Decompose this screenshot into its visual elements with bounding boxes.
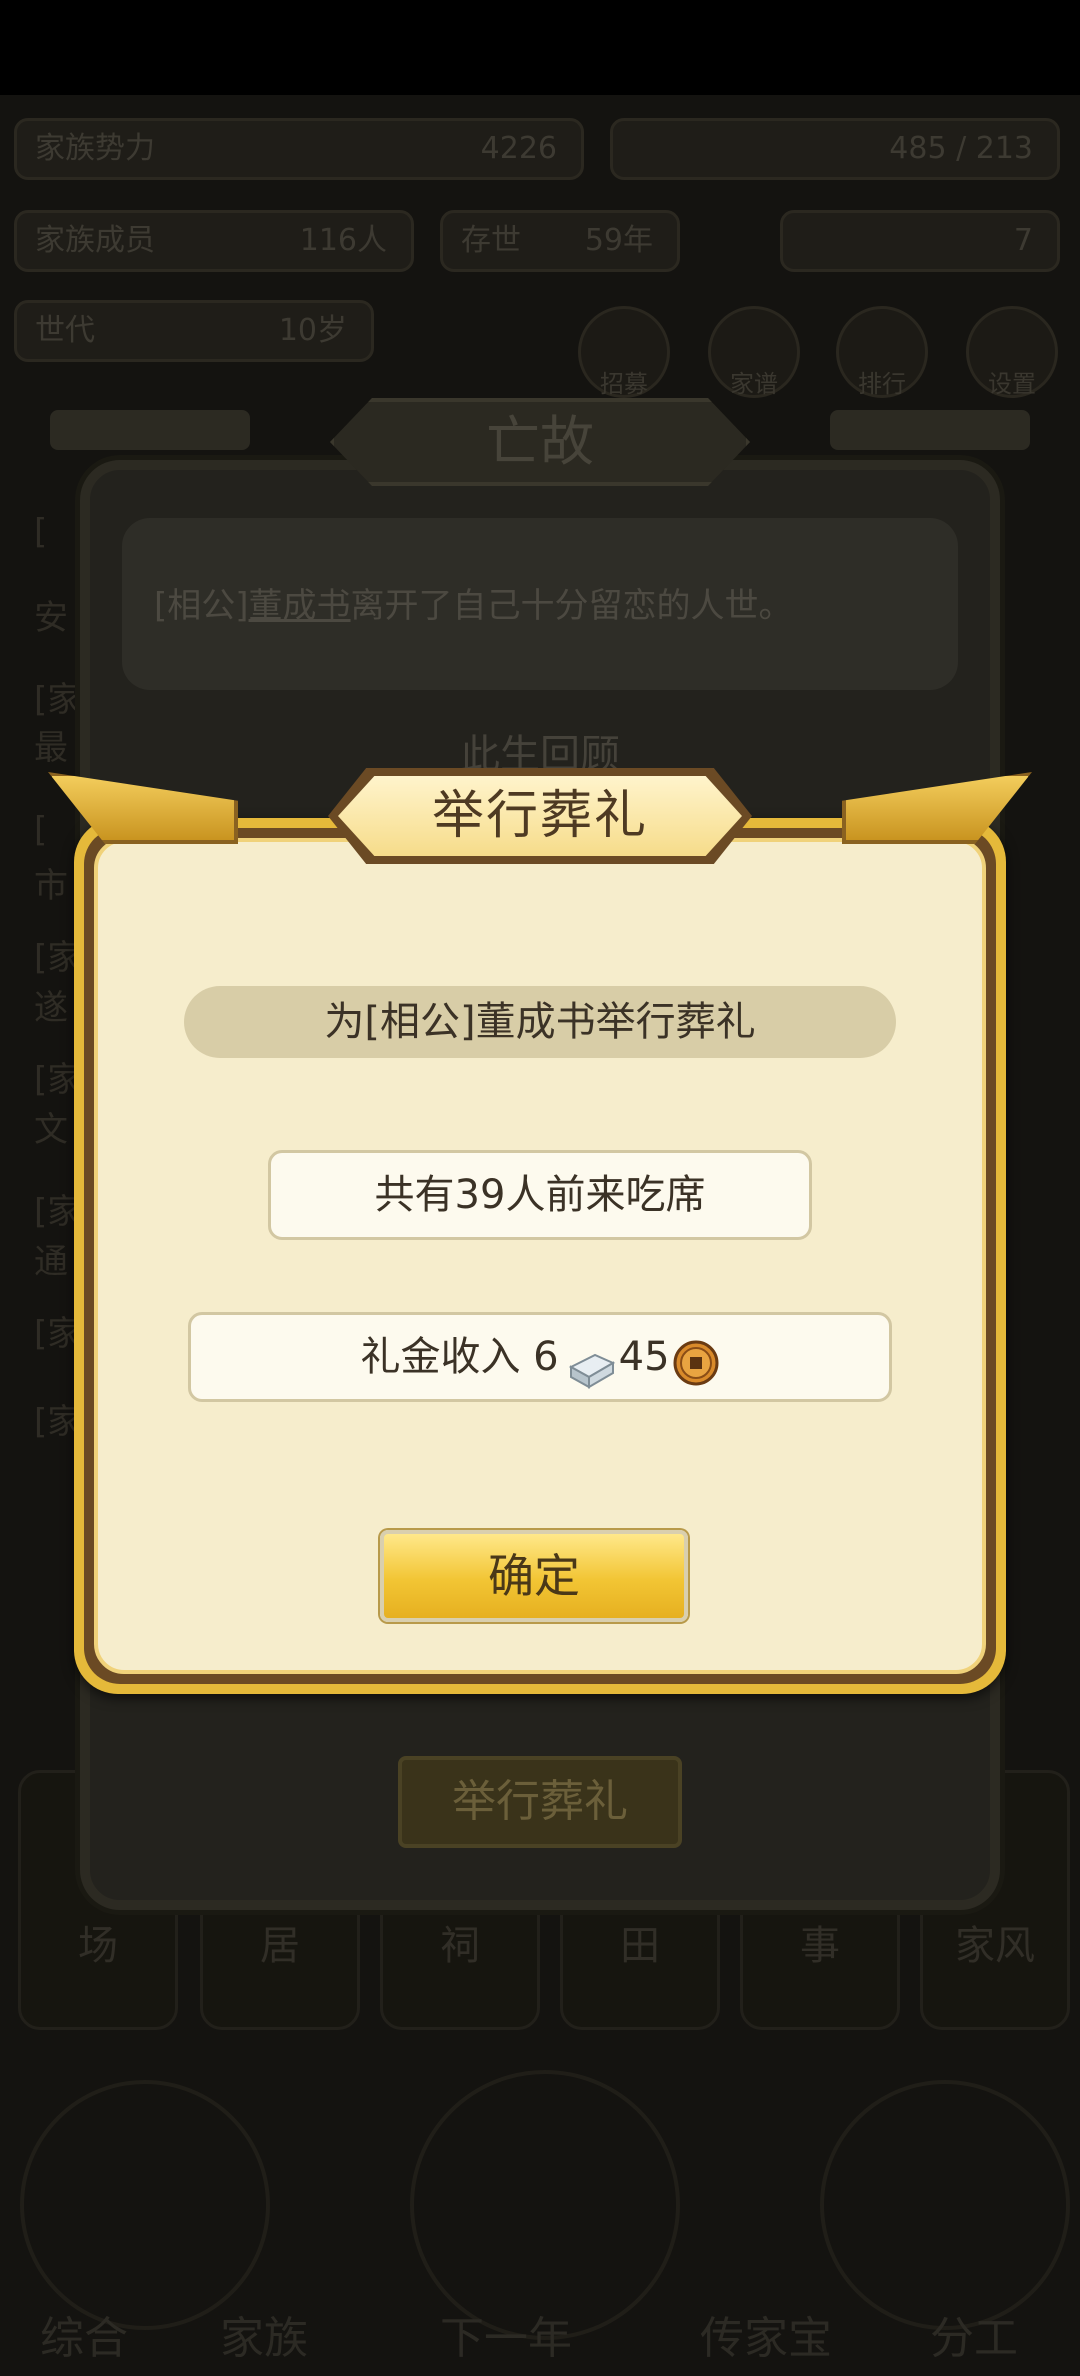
income-copper-amount: 45 (618, 1334, 670, 1380)
recruit-shortcut: 招募 (578, 306, 670, 398)
family-members-stat: 家族成员 116人 (14, 210, 414, 272)
status-bar (0, 0, 1080, 95)
log-line: 最 (34, 728, 68, 768)
stat-value: 4226 (480, 131, 557, 166)
copper-coin-icon (672, 1332, 720, 1386)
family-tree-shortcut: 家谱 (708, 306, 800, 398)
log-line: [家 (34, 680, 82, 720)
silver-ingot-icon (565, 1336, 617, 1389)
income-silver-amount: 6 (533, 1334, 559, 1380)
log-line: 通 (34, 1242, 68, 1282)
death-dialog-title: 亡故 (330, 398, 750, 486)
stat-value: 485 / 213 (889, 131, 1033, 166)
nav-heirloom: 传家宝 (700, 2313, 832, 2364)
gold-stat: 7 (780, 210, 1060, 272)
generation-stat: 世代 10岁 (14, 300, 374, 362)
log-line: 市 (34, 866, 68, 906)
stat-value: 7 (1013, 223, 1033, 258)
nav-family: 家族 (220, 2313, 308, 2364)
income-label: 礼金收入 (360, 1334, 521, 1380)
log-line: [ (34, 512, 48, 552)
stat-value: 116人 (299, 223, 387, 258)
dialog-wing (50, 410, 250, 450)
shortcut-label: 家谱 (730, 370, 778, 398)
funeral-title-banner: 举行葬礼 (328, 768, 752, 864)
log-line: 文 (34, 1110, 68, 1150)
funeral-subtitle: 为[相公]董成书举行葬礼 (184, 986, 896, 1058)
shortcut-label: 设置 (988, 370, 1036, 398)
confirm-button[interactable]: 确定 (380, 1530, 688, 1622)
log-line: [ (34, 810, 48, 850)
bg-nav-circle (410, 2070, 680, 2340)
funeral-dialog-title: 举行葬礼 (338, 776, 742, 856)
ranking-shortcut: 排行 (836, 306, 928, 398)
stat-label: 存世 (461, 223, 521, 258)
relation-tag: [相公] (154, 586, 249, 626)
shortcut-label: 排行 (858, 370, 906, 398)
guest-count: 共有39人前来吃席 (268, 1150, 812, 1240)
stat-value: 59年 (584, 223, 653, 258)
stat-label: 家族势力 (35, 131, 155, 166)
log-line: 遂 (34, 988, 68, 1028)
nav-next-year: 下一年 (440, 2313, 572, 2364)
log-line: 安 (34, 598, 68, 638)
dialog-wing (830, 410, 1030, 450)
nav-overview: 综合 (40, 2313, 128, 2364)
existence-stat: 存世 59年 (440, 210, 680, 272)
shortcut-label: 招募 (600, 370, 648, 398)
bg-nav-circle (820, 2080, 1070, 2330)
death-message-text: 离开了自己十分留恋的人世。 (350, 586, 793, 626)
deceased-name-link: 董成书 (248, 586, 351, 626)
stat-value: 10岁 (278, 313, 347, 348)
death-message: [相公]董成书离开了自己十分留恋的人世。 (122, 518, 958, 690)
resource-stat: 485 / 213 (610, 118, 1060, 180)
family-power-stat: 家族势力 4226 (14, 118, 584, 180)
nav-division: 分工 (930, 2313, 1018, 2364)
stat-label: 世代 (35, 313, 95, 348)
gift-income: 礼金收入 6 45 (188, 1312, 892, 1402)
bg-nav-circle (20, 2080, 270, 2330)
hold-funeral-button: 举行葬礼 (398, 1756, 682, 1848)
stat-label: 家族成员 (35, 223, 155, 258)
settings-shortcut: 设置 (966, 306, 1058, 398)
